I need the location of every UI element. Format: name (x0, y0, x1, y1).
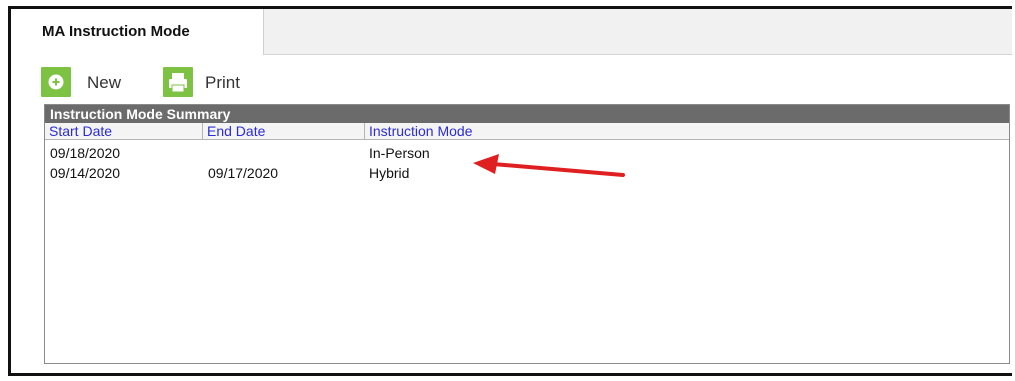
start-date-cell: 09/14/2020 (50, 165, 121, 181)
print-button-label: Print (205, 73, 240, 92)
red-arrow-annotation (473, 154, 625, 177)
tab-bar: MA Instruction Mode (11, 9, 1012, 55)
panel-title: Instruction Mode Summary (45, 105, 1009, 123)
column-header-end-date[interactable]: End Date (203, 123, 365, 140)
column-header-instruction-mode[interactable]: Instruction Mode (365, 123, 1009, 140)
tab-label: MA Instruction Mode (42, 23, 190, 40)
end-date-cell: 09/17/2020 (208, 165, 279, 181)
tab-ma-instruction-mode[interactable]: MA Instruction Mode (11, 9, 264, 55)
instruction-mode-cell: In-Person (369, 145, 430, 161)
instruction-mode-cell: Hybrid (369, 165, 410, 181)
print-button[interactable]: Print (163, 64, 263, 98)
column-header-start-date[interactable]: Start Date (45, 123, 203, 140)
instruction-mode-window: MA Instruction Mode New Print Instructio… (8, 6, 1012, 376)
printer-icon (163, 67, 193, 97)
new-button-label: New (87, 73, 122, 92)
new-button[interactable]: New (41, 64, 131, 98)
instruction-mode-summary-panel: Instruction Mode Summary Start Date End … (44, 104, 1010, 364)
start-date-cell: 09/18/2020 (50, 145, 121, 161)
plus-circle-icon (41, 67, 71, 97)
